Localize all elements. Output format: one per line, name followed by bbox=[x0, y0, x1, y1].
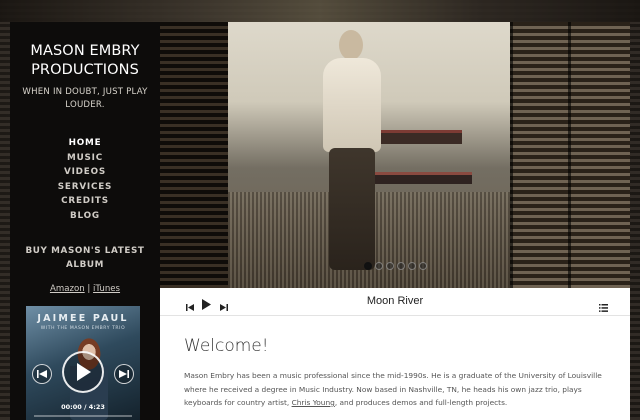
intro-paragraph: Mason Embry has been a music professiona… bbox=[184, 369, 608, 410]
player-track-title: Moon River bbox=[366, 295, 424, 307]
player-playlist-button[interactable] bbox=[599, 297, 608, 316]
store-link-separator: | bbox=[87, 284, 91, 294]
main-nav: HOME MUSIC VIDEOS SERVICES CREDITS BLOG bbox=[10, 136, 160, 223]
slider-dot[interactable] bbox=[375, 262, 383, 270]
play-icon bbox=[77, 363, 91, 381]
intro-text-end: , and produces demos and full-length pro… bbox=[334, 398, 508, 407]
slider-dot[interactable] bbox=[364, 262, 372, 270]
hero-shutters-right bbox=[510, 22, 630, 288]
slider-dots bbox=[364, 262, 427, 270]
audio-player-bar: Moon River bbox=[160, 288, 630, 316]
site-tagline: WHEN IN DOUBT, JUST PLAY LOUDER. bbox=[22, 87, 148, 110]
album-next-button[interactable] bbox=[114, 364, 134, 384]
chris-young-link[interactable]: Chris Young bbox=[292, 398, 335, 407]
album-progress-bar[interactable] bbox=[34, 415, 132, 417]
album-prev-button[interactable] bbox=[32, 364, 52, 384]
album-subtitle: WITH THE MASON EMBRY TRIO bbox=[40, 326, 126, 331]
album-time: 00:00 / 4:23 bbox=[61, 403, 105, 411]
nav-item-home[interactable]: HOME bbox=[10, 136, 160, 151]
slider-dot[interactable] bbox=[386, 262, 394, 270]
hero-shutters-left bbox=[160, 22, 228, 288]
album-player-widget: JAIMEE PAUL WITH THE MASON EMBRY TRIO 00… bbox=[26, 306, 140, 420]
hero-performer bbox=[315, 30, 387, 270]
site-title[interactable]: MASON EMBRY PRODUCTIONS bbox=[10, 42, 160, 80]
slider-dot[interactable] bbox=[419, 262, 427, 270]
background-photo-strip bbox=[0, 0, 640, 22]
amazon-link[interactable]: Amazon bbox=[50, 284, 85, 294]
sidebar: MASON EMBRY PRODUCTIONS WHEN IN DOUBT, J… bbox=[10, 22, 160, 420]
hero-keyboard-lower bbox=[372, 172, 472, 184]
page-title: Welcome! bbox=[184, 336, 269, 356]
nav-item-blog[interactable]: BLOG bbox=[10, 209, 160, 224]
album-play-button[interactable] bbox=[62, 351, 104, 393]
slider-dot[interactable] bbox=[397, 262, 405, 270]
slider-dot[interactable] bbox=[408, 262, 416, 270]
store-links: Amazon | iTunes bbox=[10, 284, 160, 294]
buy-album-heading: BUY MASON'S LATEST ALBUM bbox=[25, 246, 145, 270]
nav-item-music[interactable]: MUSIC bbox=[10, 151, 160, 166]
skip-back-icon bbox=[37, 370, 47, 378]
skip-forward-icon bbox=[119, 370, 129, 378]
itunes-link[interactable]: iTunes bbox=[93, 284, 120, 294]
main-content: Welcome! Mason Embry has been a music pr… bbox=[160, 316, 630, 420]
nav-item-credits[interactable]: CREDITS bbox=[10, 194, 160, 209]
hero-slider bbox=[160, 22, 630, 288]
album-artist: JAIMEE PAUL bbox=[37, 313, 129, 324]
nav-item-services[interactable]: SERVICES bbox=[10, 180, 160, 195]
nav-item-videos[interactable]: VIDEOS bbox=[10, 165, 160, 180]
playlist-icon bbox=[599, 304, 608, 312]
